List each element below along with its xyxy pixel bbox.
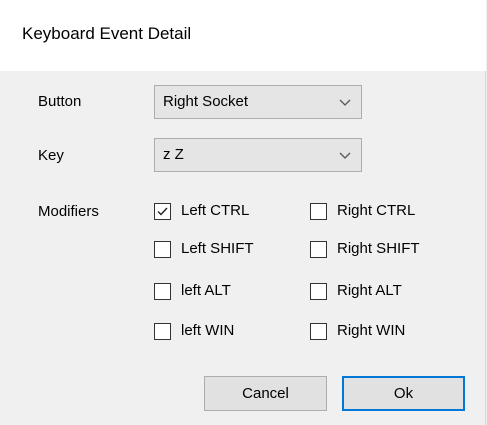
right-win-label: Right WIN <box>337 322 406 339</box>
key-select[interactable]: z Z <box>154 138 362 172</box>
dialog-title: Keyboard Event Detail <box>22 24 192 43</box>
checkbox-box[interactable] <box>310 241 327 258</box>
left-shift-label: Left SHIFT <box>181 240 254 257</box>
cancel-button[interactable]: Cancel <box>204 376 327 411</box>
checkbox-box[interactable] <box>154 323 171 340</box>
modifiers-label: Modifiers <box>38 203 99 220</box>
checkbox-box[interactable] <box>154 241 171 258</box>
button-select-value: Right Socket <box>163 93 249 110</box>
checkbox-box[interactable] <box>154 283 171 300</box>
button-select[interactable]: Right Socket <box>154 85 362 119</box>
ok-button[interactable]: Ok <box>342 376 465 411</box>
left-alt-label: left ALT <box>181 282 231 299</box>
right-shift-label: Right SHIFT <box>337 240 420 257</box>
right-ctrl-label: Right CTRL <box>337 202 416 219</box>
button-field-label: Button <box>38 93 82 110</box>
checkbox-box[interactable] <box>310 283 327 300</box>
checkmark-icon <box>157 207 168 216</box>
left-ctrl-label: Left CTRL <box>181 202 250 219</box>
right-alt-label: Right ALT <box>337 282 402 299</box>
checkbox-box[interactable] <box>310 203 327 220</box>
dialog-title-bar: Keyboard Event Detail <box>0 0 486 71</box>
checkbox-box[interactable] <box>154 203 171 220</box>
checkbox-box[interactable] <box>310 323 327 340</box>
chevron-down-icon <box>339 152 351 159</box>
key-select-value: z Z <box>163 146 184 163</box>
chevron-down-icon <box>339 99 351 106</box>
keyboard-event-detail-dialog: Keyboard Event Detail Button Right Socke… <box>0 0 486 425</box>
key-field-label: Key <box>38 147 64 164</box>
left-win-label: left WIN <box>181 322 235 339</box>
